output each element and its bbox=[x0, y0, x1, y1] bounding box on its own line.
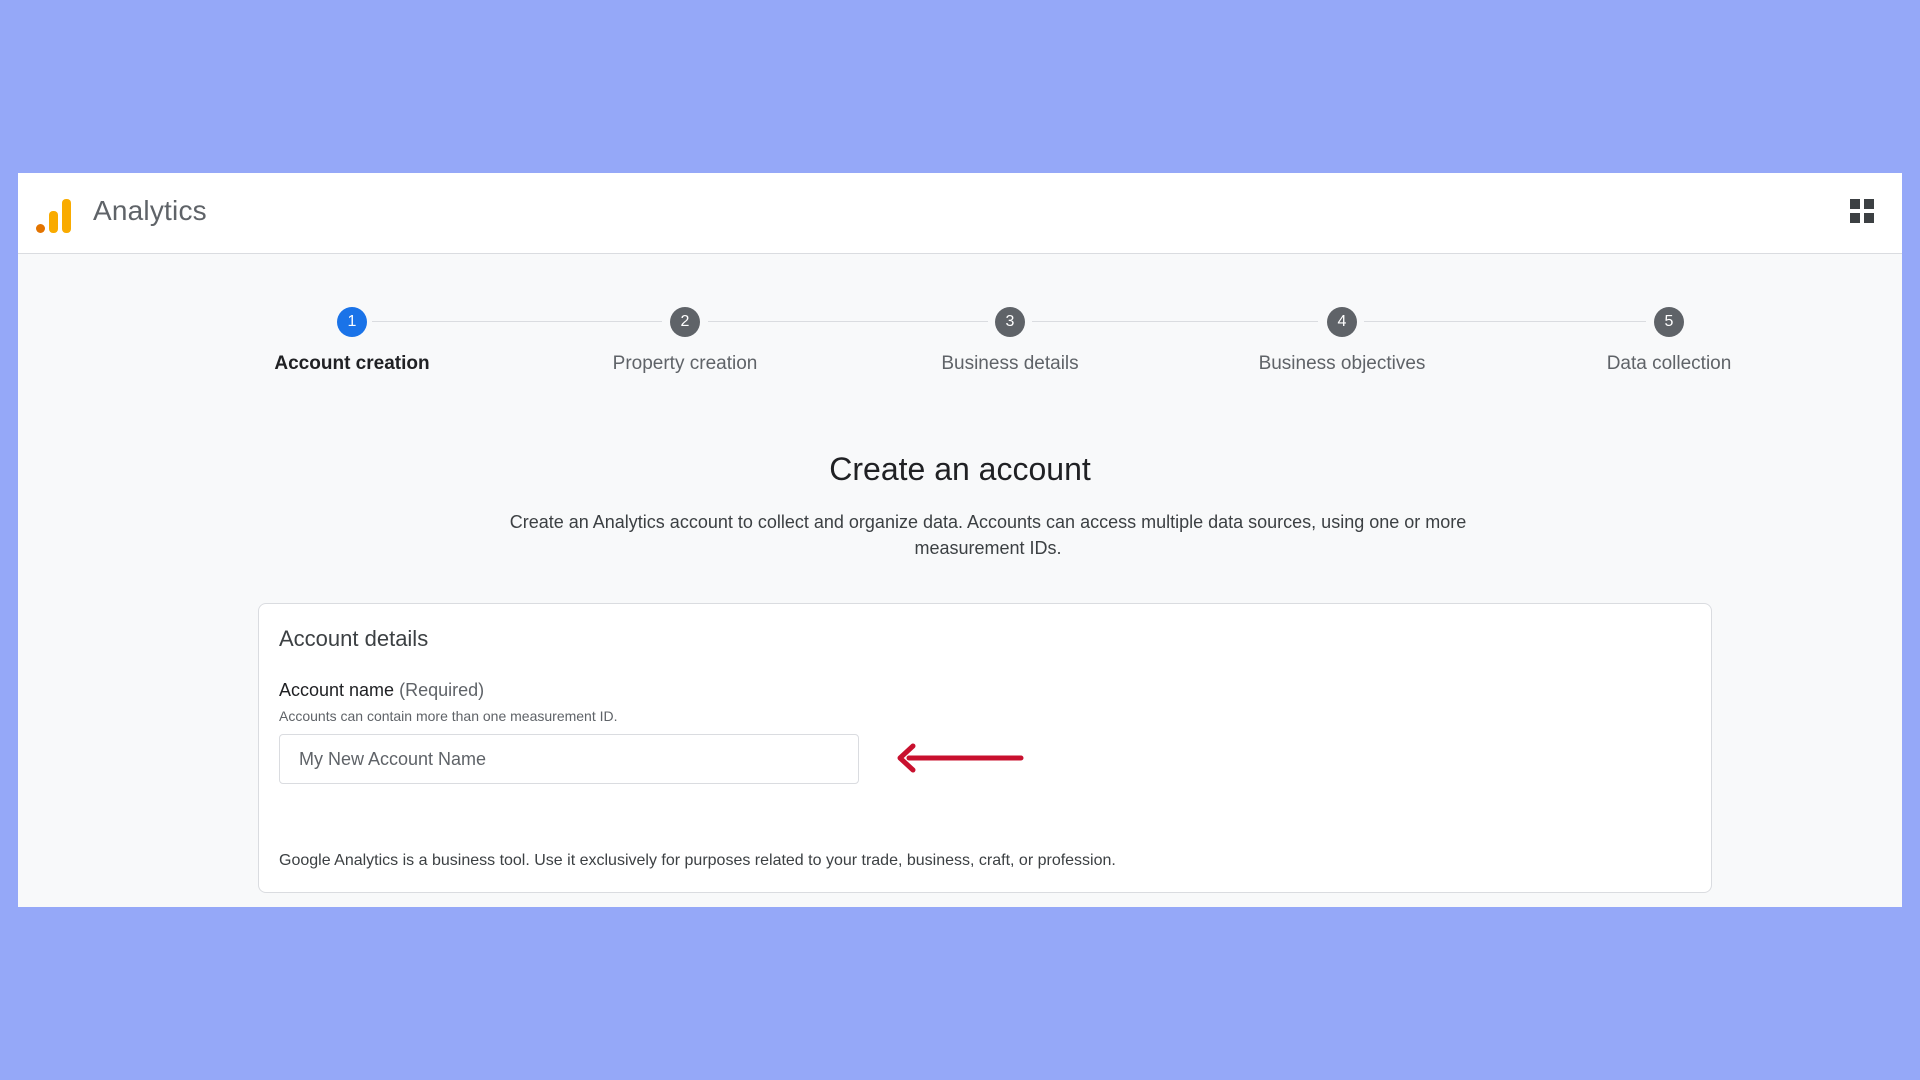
step-label: Business objectives bbox=[1258, 353, 1426, 374]
step-number: 2 bbox=[670, 307, 700, 337]
step-number: 3 bbox=[995, 307, 1025, 337]
card-title: Account details bbox=[279, 626, 429, 651]
page-description: Create an Analytics account to collect a… bbox=[509, 512, 1467, 558]
step-label: Data collection bbox=[1606, 353, 1732, 374]
field-label-text: Account name bbox=[279, 680, 395, 700]
step-account-creation[interactable]: 1 Account creation bbox=[252, 307, 452, 375]
analytics-logo-icon[interactable] bbox=[36, 193, 72, 233]
step-label: Business details bbox=[941, 353, 1079, 374]
business-tool-notice: Google Analytics is a business tool. Use… bbox=[279, 852, 1116, 869]
step-business-objectives[interactable]: 4 Business objectives bbox=[1242, 307, 1442, 375]
app-title: Analytics bbox=[93, 195, 207, 226]
apps-grid-icon[interactable] bbox=[1850, 199, 1874, 223]
required-indicator: (Required) bbox=[399, 680, 485, 700]
step-property-creation[interactable]: 2 Property creation bbox=[585, 307, 785, 375]
top-app-bar: Analytics bbox=[18, 173, 1902, 254]
step-number: 4 bbox=[1327, 307, 1357, 337]
page-title: Create an account bbox=[829, 451, 1091, 487]
step-label: Account creation bbox=[274, 353, 430, 374]
account-name-label: Account name (Required) bbox=[279, 680, 484, 701]
setup-stepper: 1 Account creation 2 Property creation 3… bbox=[18, 303, 1902, 383]
step-number: 1 bbox=[337, 307, 367, 337]
step-number: 5 bbox=[1654, 307, 1684, 337]
step-business-details[interactable]: 3 Business details bbox=[910, 307, 1110, 375]
left-arrow-annotation bbox=[897, 743, 1024, 773]
account-details-card: Account details Account name (Required) … bbox=[258, 603, 1712, 893]
analytics-window: Analytics 1 Account creation 2 Property … bbox=[18, 173, 1902, 907]
step-data-collection[interactable]: 5 Data collection bbox=[1569, 307, 1769, 375]
account-name-input[interactable] bbox=[279, 734, 859, 784]
step-label: Property creation bbox=[612, 353, 758, 374]
account-name-help: Accounts can contain more than one measu… bbox=[279, 708, 618, 724]
